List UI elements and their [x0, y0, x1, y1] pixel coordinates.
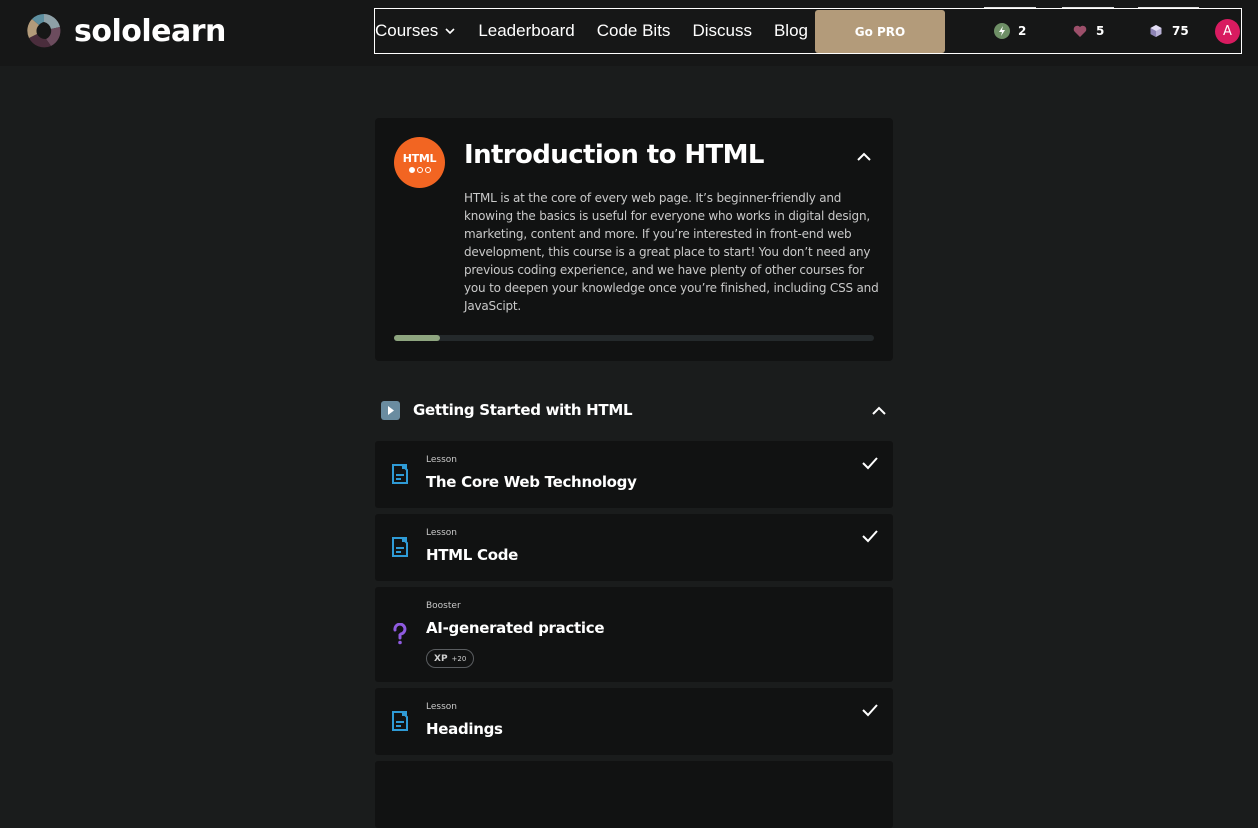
document-icon — [392, 537, 408, 557]
course-progress-fill — [394, 335, 440, 341]
course-description: HTML is at the core of every web page. I… — [464, 191, 879, 313]
xp-reward-badge: XP +20 — [426, 649, 475, 668]
chevron-up-icon[interactable] — [855, 148, 873, 166]
module-header[interactable]: Getting Started with HTML — [375, 393, 893, 429]
checkmark-icon — [862, 704, 878, 717]
page-title: Introduction to HTML — [464, 140, 764, 170]
xp-value: +20 — [451, 654, 467, 663]
heart-icon — [1073, 25, 1087, 37]
html-course-badge: HTML — [394, 137, 445, 188]
module-title: Getting Started with HTML — [413, 401, 633, 419]
level-dots-icon — [408, 167, 431, 173]
booster-item[interactable]: Booster AI-generated practice XP +20 — [375, 587, 893, 682]
document-icon — [392, 711, 408, 731]
chevron-down-icon — [445, 28, 455, 35]
checkmark-icon — [862, 457, 878, 470]
nav-blog[interactable]: Blog — [774, 21, 808, 41]
hearts-count: 5 — [1096, 24, 1105, 38]
chevron-up-icon[interactable] — [870, 402, 888, 420]
lesson-title: Headings — [426, 720, 503, 738]
course-progress-bar — [394, 335, 874, 341]
avatar[interactable]: A — [1215, 19, 1240, 44]
main-nav: Courses Leaderboard Code Bits Discuss Bl… — [374, 7, 1242, 54]
sololearn-logo-icon — [25, 12, 63, 50]
lesson-type-label: Lesson — [426, 455, 457, 465]
lesson-type-label: Lesson — [426, 702, 457, 712]
nav-code-bits[interactable]: Code Bits — [597, 21, 671, 41]
lesson-item[interactable]: Lesson HTML Code — [375, 514, 893, 581]
play-icon — [381, 401, 400, 420]
course-header-card: HTML Introduction to HTML HTML is at the… — [375, 118, 893, 361]
hearts-counter[interactable]: 5 — [1061, 7, 1115, 53]
lesson-item[interactable]: Lesson The Core Web Technology — [375, 441, 893, 508]
lesson-item[interactable]: Lesson Headings — [375, 688, 893, 755]
nav-courses-label: Courses — [375, 21, 439, 40]
brand-name: sololearn — [74, 13, 226, 49]
document-icon — [392, 464, 408, 484]
go-pro-button[interactable]: Go PRO — [815, 10, 945, 53]
lesson-type-label: Lesson — [426, 528, 457, 538]
xp-label: XP — [434, 653, 448, 664]
checkmark-icon — [862, 530, 878, 543]
lesson-title: The Core Web Technology — [426, 473, 637, 491]
lesson-type-label: Booster — [426, 601, 461, 611]
sololearn-logo[interactable]: sololearn — [24, 10, 226, 52]
top-navigation-bar: sololearn Courses Leaderboard Code Bits … — [0, 0, 1258, 66]
gem-icon — [1150, 25, 1162, 37]
gems-counter[interactable]: 75 — [1138, 7, 1199, 53]
gems-count: 75 — [1172, 24, 1189, 38]
html-badge-label: HTML — [402, 152, 437, 165]
streak-count: 2 — [1018, 24, 1027, 38]
question-mark-icon — [393, 623, 407, 645]
lesson-title: AI-generated practice — [426, 619, 605, 637]
nav-discuss[interactable]: Discuss — [692, 21, 752, 41]
nav-courses[interactable]: Courses — [375, 21, 456, 41]
lesson-title: HTML Code — [426, 546, 519, 564]
streak-counter[interactable]: 2 — [983, 7, 1037, 53]
nav-leaderboard[interactable]: Leaderboard — [478, 21, 574, 41]
lightning-icon — [994, 23, 1010, 39]
lesson-item[interactable] — [375, 761, 893, 828]
